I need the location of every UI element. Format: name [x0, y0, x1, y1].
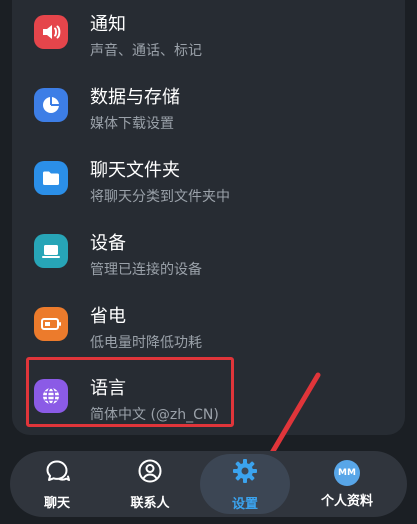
settings-item-power-saving[interactable]: 省电 低电量时降低功耗 — [28, 298, 398, 358]
settings-item-subtitle: 声音、通话、标记 — [90, 43, 202, 59]
nav-item-contacts[interactable]: 联系人 — [105, 451, 195, 517]
nav-label: 设置 — [231, 496, 258, 512]
settings-item-title: 数据与存储 — [90, 87, 180, 108]
nav-item-chats[interactable]: 聊天 — [12, 451, 102, 517]
settings-item-devices[interactable]: 设备 管理已连接的设备 — [28, 225, 398, 285]
settings-item-subtitle: 媒体下载设置 — [90, 116, 174, 132]
pie-chart-icon — [34, 88, 68, 122]
contacts-icon — [137, 458, 163, 488]
settings-item-subtitle: 管理已连接的设备 — [90, 262, 202, 278]
settings-item-title: 省电 — [90, 306, 126, 327]
folder-icon — [34, 161, 68, 195]
bottom-nav: 聊天 联系人 设置 MM 个人资料 — [10, 451, 407, 517]
settings-screen: 通知 声音、通话、标记 数据与存储 媒体下载设置 聊天文件夹 将聊天分类到文件夹… — [0, 0, 417, 524]
speaker-icon — [34, 15, 68, 49]
nav-label: 联系人 — [130, 495, 170, 511]
laptop-icon — [34, 234, 68, 268]
settings-item-title: 聊天文件夹 — [90, 160, 180, 181]
chat-icon — [44, 458, 70, 488]
settings-item-notifications[interactable]: 通知 声音、通话、标记 — [28, 6, 398, 66]
settings-item-subtitle: 将聊天分类到文件夹中 — [90, 189, 230, 205]
gear-icon — [231, 457, 259, 489]
settings-item-title: 设备 — [90, 233, 126, 254]
settings-item-chat-folders[interactable]: 聊天文件夹 将聊天分类到文件夹中 — [28, 152, 398, 212]
avatar: MM — [334, 459, 360, 486]
settings-item-subtitle: 低电量时降低功耗 — [90, 335, 202, 351]
settings-item-title: 通知 — [90, 14, 126, 35]
battery-icon — [34, 307, 68, 341]
nav-label: 聊天 — [43, 495, 70, 511]
nav-label: 个人资料 — [320, 493, 373, 509]
nav-item-settings[interactable]: 设置 — [200, 454, 290, 514]
settings-item-data-storage[interactable]: 数据与存储 媒体下载设置 — [28, 79, 398, 139]
highlight-box — [26, 357, 234, 427]
nav-item-profile[interactable]: MM 个人资料 — [302, 451, 392, 517]
